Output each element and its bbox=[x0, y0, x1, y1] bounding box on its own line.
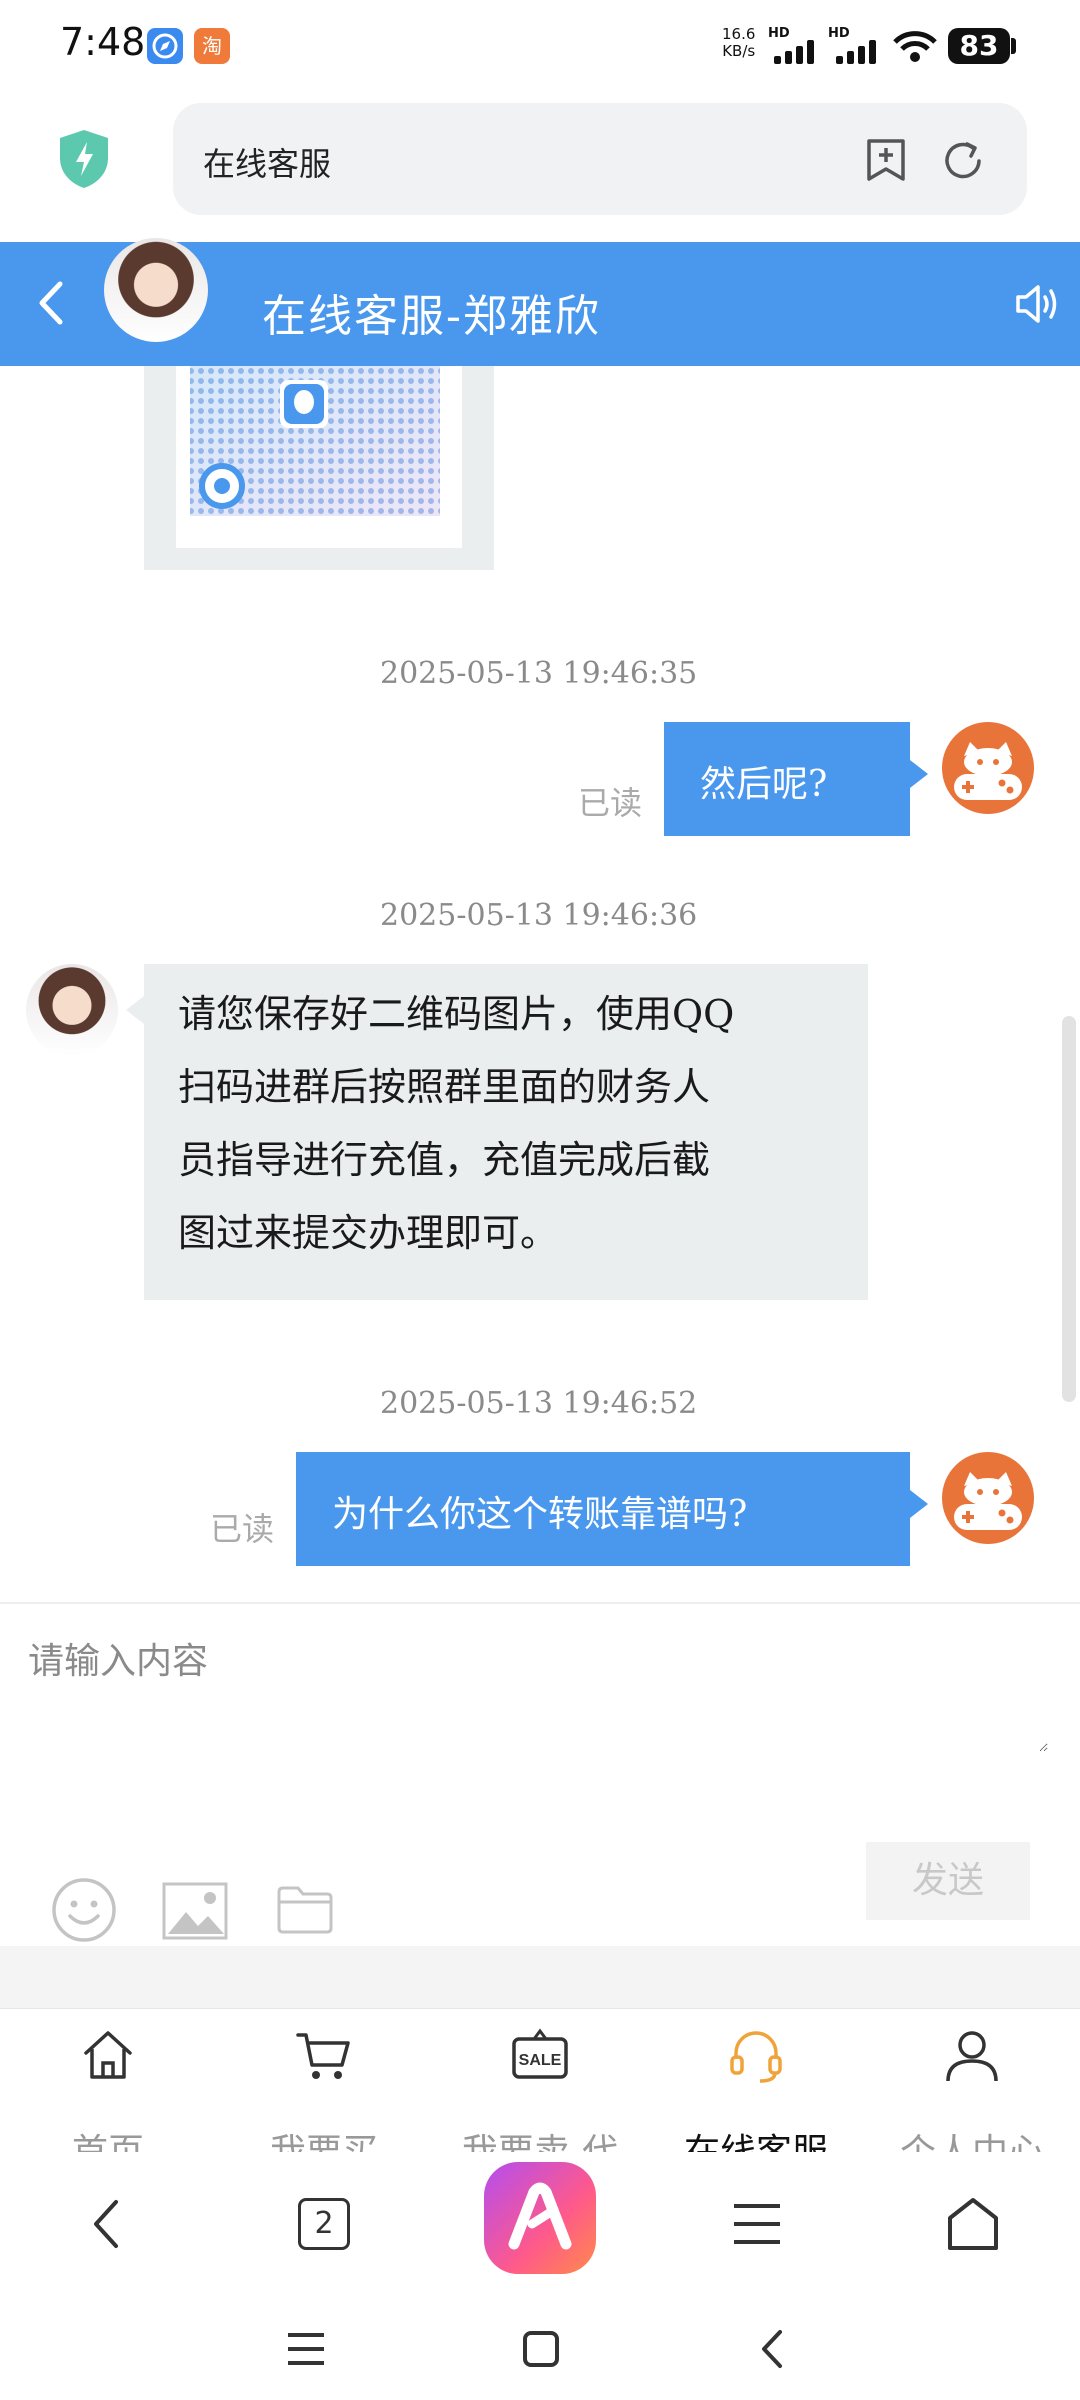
menu-icon[interactable] bbox=[732, 2202, 782, 2250]
network-speed-unit: KB/s bbox=[722, 42, 756, 60]
signal-icon-2 bbox=[836, 40, 882, 68]
incoming-message-bubble[interactable]: 请您保存好二维码图片，使用QQ 扫码进群后按照群里面的财务人 员指导进行充值，充… bbox=[126, 964, 868, 1300]
agent-avatar-small bbox=[26, 964, 118, 1056]
qr-code-message[interactable] bbox=[144, 366, 494, 570]
person-icon bbox=[946, 2031, 998, 2082]
nav-item-buy[interactable]: 我要买 bbox=[216, 2009, 432, 2152]
back-chevron-icon[interactable] bbox=[36, 276, 66, 334]
nav-label: 我要卖-代 bbox=[432, 2123, 648, 2152]
user-avatar-robot-icon bbox=[942, 1452, 1034, 1544]
image-icon[interactable] bbox=[162, 1882, 228, 1944]
taobao-app-icon: 淘 bbox=[194, 28, 230, 64]
shield-icon[interactable] bbox=[56, 128, 112, 194]
emoji-icon[interactable] bbox=[50, 1876, 118, 1948]
hd-label-1: HD bbox=[768, 26, 790, 41]
message-text: 然后呢? bbox=[700, 764, 828, 805]
recent-apps-icon[interactable] bbox=[286, 2332, 326, 2370]
outgoing-message-bubble[interactable]: 然后呢? bbox=[664, 722, 928, 836]
folder-icon[interactable] bbox=[276, 1884, 334, 1940]
speaker-icon[interactable] bbox=[1014, 282, 1060, 330]
agent-avatar bbox=[104, 238, 208, 342]
chat-scrollbar[interactable] bbox=[1062, 1016, 1076, 1402]
message-timestamp: 2025-05-13 19:46:52 bbox=[380, 1386, 698, 1421]
send-button[interactable]: 发送 bbox=[866, 1842, 1030, 1920]
signal-icon-1 bbox=[774, 40, 820, 68]
chat-title: 在线客服-郑雅欣 bbox=[262, 291, 601, 342]
wifi-icon bbox=[892, 28, 938, 68]
sale-tag-icon: SALE bbox=[512, 2028, 568, 2079]
home-icon bbox=[84, 2031, 132, 2079]
message-timestamp: 2025-05-13 19:46:36 bbox=[380, 898, 698, 933]
browser-toolbar: 2 bbox=[0, 2152, 1080, 2292]
add-bookmark-icon[interactable] bbox=[863, 137, 909, 187]
qr-code-image[interactable] bbox=[176, 366, 462, 548]
read-receipt: 已读 bbox=[578, 784, 643, 822]
message-composer: 发送 bbox=[0, 1602, 1080, 1946]
nav-label: 首页 bbox=[0, 2123, 216, 2152]
message-line: 图过来提交办理即可。 bbox=[178, 1211, 559, 1255]
user-avatar-robot-icon bbox=[942, 722, 1034, 814]
system-back-icon[interactable] bbox=[758, 2328, 784, 2374]
nav-item-home[interactable]: 首页 bbox=[0, 2009, 216, 2152]
hd-label-2: HD bbox=[828, 26, 850, 41]
nav-item-customer-service[interactable]: 在线客服 bbox=[648, 2009, 864, 2152]
message-text: 请您保存好二维码图片，使用QQ 扫码进群后按照群里面的财务人 员指导进行充值，充… bbox=[178, 978, 734, 1270]
ai-assistant-icon bbox=[508, 2182, 572, 2250]
nav-label: 在线客服 bbox=[648, 2123, 864, 2152]
browser-back-icon[interactable] bbox=[88, 2196, 122, 2256]
compass-app-icon bbox=[147, 28, 183, 64]
message-line: 请您保存好二维码图片，使用QQ bbox=[178, 992, 735, 1036]
nav-label: 我要买 bbox=[216, 2123, 432, 2152]
message-input[interactable] bbox=[28, 1632, 1048, 1752]
refresh-icon[interactable] bbox=[941, 139, 985, 187]
nav-item-profile[interactable]: 个人中心 bbox=[864, 2009, 1080, 2152]
nav-item-sell[interactable]: SALE 我要卖-代 bbox=[432, 2009, 648, 2152]
message-timestamp: 2025-05-13 19:46:35 bbox=[380, 656, 698, 691]
status-time: 7:48 bbox=[60, 20, 146, 64]
message-text: 为什么你这个转账靠谱吗? bbox=[332, 1494, 748, 1535]
ai-assistant-button[interactable] bbox=[484, 2162, 596, 2274]
message-line: 员指导进行充值，充值完成后截 bbox=[178, 1138, 711, 1182]
read-receipt: 已读 bbox=[210, 1510, 275, 1548]
home-square-icon[interactable] bbox=[522, 2330, 560, 2372]
network-speed: 16.6 KB/s bbox=[722, 26, 755, 60]
system-navigation-bar bbox=[0, 2292, 1080, 2400]
status-bar: 7:48 淘 16.6 KB/s HD HD 83 bbox=[0, 0, 1080, 90]
divider-strip bbox=[0, 1946, 1080, 2008]
bottom-nav: 首页 我要买 SALE 我要卖-代 在线客服 个人中心 bbox=[0, 2008, 1080, 2152]
home-browser-icon[interactable] bbox=[946, 2196, 1000, 2256]
battery-indicator: 83 bbox=[948, 28, 1010, 64]
network-speed-value: 16.6 bbox=[722, 25, 756, 43]
headset-icon bbox=[730, 2031, 782, 2083]
sale-tag-text: SALE bbox=[519, 2052, 562, 2069]
address-bar[interactable]: 在线客服 bbox=[173, 103, 1027, 215]
tabs-count-button[interactable]: 2 bbox=[298, 2198, 350, 2250]
battery-tip bbox=[1011, 38, 1016, 54]
address-text[interactable]: 在线客服 bbox=[203, 139, 331, 185]
message-line: 扫码进群后按照群里面的财务人 bbox=[178, 1065, 711, 1109]
outgoing-message-bubble[interactable]: 为什么你这个转账靠谱吗? bbox=[296, 1452, 928, 1566]
chat-header: 在线客服-郑雅欣 bbox=[0, 238, 1080, 366]
cart-icon bbox=[296, 2033, 350, 2079]
nav-label: 个人中心 bbox=[864, 2123, 1080, 2152]
